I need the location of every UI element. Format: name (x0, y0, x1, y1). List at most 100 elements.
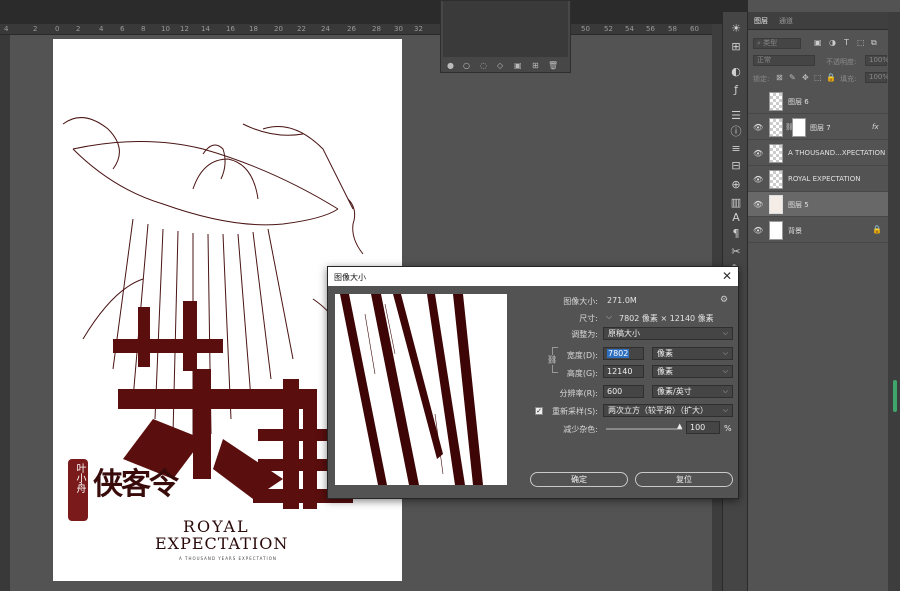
swatch-icon[interactable]: ▥ (729, 196, 743, 210)
layer-mask-thumbnail[interactable] (792, 118, 806, 137)
height-input[interactable]: 12140 (603, 365, 644, 378)
opacity-input[interactable]: 100% (865, 55, 889, 66)
chevron-down-icon: ⌵ (722, 406, 728, 414)
width-input[interactable]: 7802 (603, 347, 644, 360)
ruler-tick-label: 22 (297, 25, 306, 33)
layer-row-royal[interactable]: 👁 ROYAL EXPECTATION (748, 167, 888, 192)
ruler-tick-label: 14 (201, 25, 210, 33)
sliders-icon[interactable]: ☰ (729, 109, 743, 123)
height-unit-value: 像素 (657, 367, 673, 376)
paragraph-icon[interactable]: ¶ (729, 227, 743, 241)
layer-row-thousand[interactable]: 👁 A THOUSAND...XPECTATION (748, 141, 888, 166)
circle-dotted-icon[interactable]: ◌ (480, 61, 487, 70)
circle-outline-icon[interactable]: ○ (463, 61, 470, 70)
mask-icon[interactable]: ▣ (514, 61, 522, 70)
floating-panel: ● ○ ◌ ◇ ▣ ⊞ 🗑 (440, 0, 571, 73)
fx-badge[interactable]: fx (872, 123, 879, 131)
tools-icon[interactable]: ✂ (729, 245, 743, 259)
eye-icon[interactable]: 👁 (753, 226, 763, 235)
filter-pixel-icon[interactable]: ▣ (814, 38, 822, 47)
dialog-title: 图像大小 (334, 273, 366, 282)
preview-strokes (340, 294, 483, 485)
reset-button[interactable]: 复位 (635, 472, 733, 487)
diamond-icon[interactable]: ◇ (497, 61, 503, 70)
ruler-tick-label: 18 (249, 25, 258, 33)
info-icon[interactable]: ⓘ (729, 125, 743, 139)
blend-row: 正常 不透明度: 100% (748, 55, 900, 70)
layer-name: A THOUSAND...XPECTATION (788, 149, 886, 157)
document-tab-bar (0, 0, 748, 24)
layer-thumbnail (769, 195, 783, 214)
adjustments-icon[interactable]: ☀ (729, 22, 743, 36)
chevron-down-icon[interactable]: ⌵ (606, 312, 612, 322)
ok-button[interactable]: 确定 (530, 472, 628, 487)
character-icon[interactable]: A (729, 211, 743, 225)
noise-slider-track[interactable] (606, 428, 682, 430)
chain-link-icon[interactable]: ⛓ (547, 355, 557, 365)
layer-row-6[interactable]: 图层 6 (748, 89, 888, 114)
height-unit-select[interactable]: 像素 ⌵ (652, 365, 733, 378)
chevron-down-icon: ⌵ (722, 329, 728, 337)
resample-select[interactable]: 两次立方（较平滑）（扩大） ⌵ (603, 404, 733, 417)
lock-artboard-icon[interactable]: ⬚ (814, 73, 822, 82)
filter-text-icon[interactable]: T (844, 38, 849, 47)
ruler-tick-label: 54 (625, 25, 634, 33)
fx-icon[interactable]: ƒ (729, 83, 743, 97)
layer-filter-select[interactable]: ⌕ 类型 (753, 38, 801, 49)
grid-icon[interactable]: ⊞ (729, 40, 743, 54)
layer-row-7[interactable]: 👁 ⛓ 图层 7 fx (748, 115, 888, 140)
noise-unit: % (724, 424, 732, 433)
history-icon[interactable]: ⊟ (729, 159, 743, 173)
eye-icon[interactable]: 👁 (753, 200, 763, 209)
layer-thumbnail (769, 221, 783, 240)
noise-input[interactable]: 100 (686, 421, 720, 434)
trash-icon[interactable]: 🗑 (548, 61, 558, 70)
lock-move-icon[interactable]: ✥ (802, 73, 809, 82)
eye-icon[interactable]: 👁 (753, 123, 763, 132)
eye-icon[interactable]: 👁 (753, 149, 763, 158)
lock-all-icon[interactable]: 🔒 (826, 73, 836, 82)
ruler-tick-label: 60 (690, 25, 699, 33)
fill-input[interactable]: 100% (865, 72, 889, 83)
layers-panel-tabs: 图层 通道 (748, 12, 900, 30)
gear-icon[interactable]: ⚙ (720, 295, 728, 305)
filter-shape-icon[interactable]: ⬚ (857, 38, 865, 47)
layer-row-5[interactable]: 👁 图层 5 (748, 192, 888, 217)
lock-transparency-icon[interactable]: ⊠ (776, 73, 783, 82)
seal-text: 叶小舟 (74, 463, 85, 493)
resample-checkbox[interactable]: ✓ (535, 407, 543, 415)
image-preview[interactable] (335, 294, 507, 485)
height-label: 高度(G): (566, 369, 598, 378)
filter-adjust-icon[interactable]: ◑ (829, 38, 836, 47)
ruler-tick-label: 4 (99, 25, 104, 33)
clone-icon[interactable]: ⊕ (729, 178, 743, 192)
floating-panel-content (443, 1, 568, 57)
ruler-tick-label: 10 (161, 25, 170, 33)
lock-paint-icon[interactable]: ✎ (789, 73, 796, 82)
circle-filled-icon[interactable]: ● (447, 61, 454, 70)
resolution-input[interactable]: 600 (603, 385, 644, 398)
new-icon[interactable]: ⊞ (532, 61, 539, 70)
properties-icon[interactable]: ≡ (729, 142, 743, 156)
resolution-unit-select[interactable]: 像素/英寸 ⌵ (652, 385, 733, 398)
filter-smart-icon[interactable]: ⧉ (871, 38, 877, 48)
opacity-label: 不透明度: (826, 58, 857, 66)
eye-icon[interactable]: 👁 (753, 175, 763, 184)
image-size-dialog: 图像大小 ✕ 图像大小: 271.0M ⚙ 尺寸: ⌵ 7802 像素 × 12… (327, 266, 739, 499)
color-icon[interactable]: ◐ (729, 65, 743, 79)
resample-label: 重新采样(S): (551, 407, 598, 416)
visibility-off-icon[interactable] (753, 97, 763, 106)
layer-row-background[interactable]: 👁 背景 🔒 (748, 218, 888, 243)
noise-slider-handle[interactable]: ▲ (677, 422, 682, 430)
width-unit-select[interactable]: 像素 ⌵ (652, 347, 733, 360)
tab-layers[interactable]: 图层 (754, 16, 768, 26)
chevron-down-icon: ⌵ (722, 349, 728, 357)
ruler-tick-label: 58 (668, 25, 677, 33)
ruler-tick-label: 6 (120, 25, 125, 33)
tab-channels[interactable]: 通道 (779, 16, 793, 26)
fit-to-select[interactable]: 原稿大小 ⌵ (603, 327, 733, 340)
dimensions-value: 7802 像素 × 12140 像素 (619, 314, 714, 323)
layers-scrollbar[interactable] (888, 12, 900, 591)
close-icon[interactable]: ✕ (722, 269, 732, 283)
blend-mode-select[interactable]: 正常 (753, 55, 815, 66)
